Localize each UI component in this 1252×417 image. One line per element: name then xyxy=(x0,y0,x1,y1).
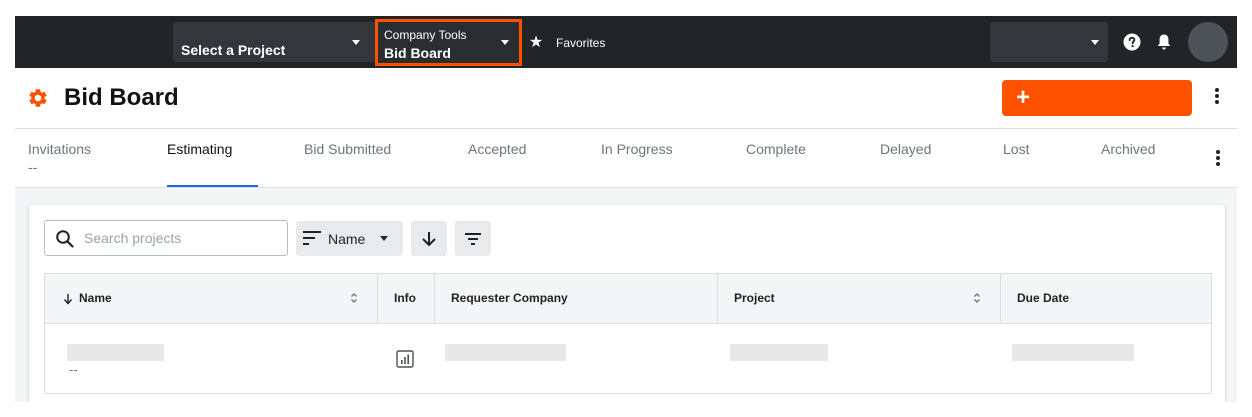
tool-select-sublabel: Company Tools xyxy=(384,28,467,42)
tab-accepted[interactable]: Accepted xyxy=(468,141,526,157)
tab-invitations[interactable]: Invitations xyxy=(28,141,91,157)
tab-complete[interactable]: Complete xyxy=(746,141,806,157)
favorites-button[interactable]: ★ Favorites xyxy=(528,34,606,51)
chevron-down-icon xyxy=(380,236,388,241)
sort-direction-button[interactable] xyxy=(411,221,447,256)
active-tab-indicator xyxy=(167,185,258,187)
column-header-due-date-label: Due Date xyxy=(1017,291,1070,305)
page-header: Bid Board + xyxy=(15,68,1237,129)
tab-archived[interactable]: Archived xyxy=(1101,141,1155,157)
tab-invitations-count: -- xyxy=(28,159,38,175)
table-header: Name Info Requester Company Project Due … xyxy=(44,273,1212,324)
bell-icon[interactable] xyxy=(1156,33,1172,51)
search-icon xyxy=(56,230,74,248)
requester-company-placeholder xyxy=(445,344,566,361)
app-frame: Select a Project Company Tools Bid Board… xyxy=(15,16,1237,402)
table-row[interactable]: -- xyxy=(44,324,1212,394)
filter-icon xyxy=(465,233,481,245)
report-icon[interactable] xyxy=(396,350,414,368)
more-options-icon[interactable] xyxy=(1207,86,1227,110)
tab-bid-submitted[interactable]: Bid Submitted xyxy=(304,141,391,157)
column-header-requester-company: Requester Company xyxy=(435,274,718,323)
column-header-name[interactable]: Name xyxy=(45,274,378,323)
top-nav: Select a Project Company Tools Bid Board… xyxy=(15,16,1237,68)
sort-field-select[interactable]: Name xyxy=(296,221,403,256)
create-button[interactable]: + xyxy=(1002,80,1192,116)
search-box xyxy=(44,220,288,256)
more-tabs-icon[interactable] xyxy=(1208,148,1228,172)
chevron-down-icon xyxy=(1091,40,1099,45)
content-area: Name xyxy=(15,188,1237,402)
tool-select-label: Bid Board xyxy=(384,45,451,61)
help-icon[interactable] xyxy=(1123,33,1141,51)
column-header-due-date: Due Date xyxy=(1001,274,1211,323)
tool-select[interactable]: Company Tools Bid Board xyxy=(375,19,522,66)
column-header-name-label: Name xyxy=(79,291,112,305)
project-select[interactable]: Select a Project xyxy=(173,22,382,62)
tab-delayed[interactable]: Delayed xyxy=(880,141,931,157)
column-header-info-label: Info xyxy=(394,291,416,305)
star-icon: ★ xyxy=(528,34,544,51)
sort-lines-icon xyxy=(303,231,321,245)
plus-icon: + xyxy=(1016,84,1031,111)
chevron-down-icon xyxy=(352,40,360,45)
tab-in-progress[interactable]: In Progress xyxy=(601,141,673,157)
tab-bar: Invitations -- Estimating Bid Submitted … xyxy=(15,129,1237,188)
column-header-project-label: Project xyxy=(734,291,775,305)
due-date-placeholder xyxy=(1012,344,1134,361)
favorites-label: Favorites xyxy=(556,36,606,50)
project-select-label: Select a Project xyxy=(181,42,286,58)
avatar[interactable] xyxy=(1188,22,1228,62)
arrow-down-icon xyxy=(422,232,436,247)
tab-estimating[interactable]: Estimating xyxy=(167,141,232,157)
column-header-info: Info xyxy=(378,274,435,323)
chevron-down-icon xyxy=(501,40,509,45)
filter-button[interactable] xyxy=(455,221,491,256)
name-placeholder xyxy=(67,344,164,361)
sort-toggle-icon xyxy=(351,293,357,303)
arrow-down-icon xyxy=(63,294,73,305)
sort-field-label: Name xyxy=(328,231,366,247)
projects-card: Name xyxy=(29,205,1225,402)
gear-icon xyxy=(29,89,47,107)
name-subtext: -- xyxy=(69,362,78,377)
page-title: Bid Board xyxy=(64,84,179,111)
search-input[interactable] xyxy=(84,227,280,249)
tab-lost[interactable]: Lost xyxy=(1003,141,1029,157)
project-placeholder xyxy=(730,344,828,361)
company-select[interactable] xyxy=(990,22,1108,62)
sort-toggle-icon xyxy=(974,293,980,303)
column-header-project[interactable]: Project xyxy=(718,274,1001,323)
column-header-requester-company-label: Requester Company xyxy=(451,291,568,305)
